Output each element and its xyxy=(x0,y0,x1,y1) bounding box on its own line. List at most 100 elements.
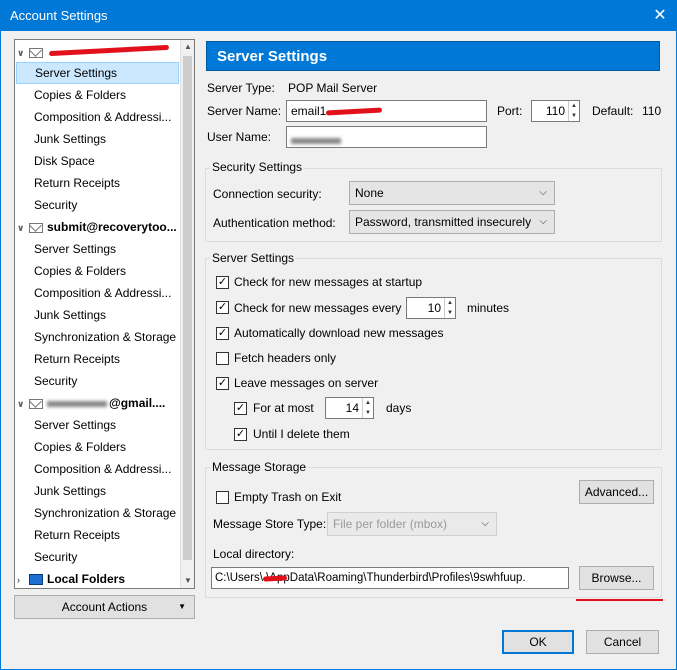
redaction-blur xyxy=(47,400,107,407)
expand-chevron-icon[interactable]: ∨ xyxy=(17,217,29,238)
tree-item-security[interactable]: Security xyxy=(15,370,181,392)
minutes-label: minutes xyxy=(467,301,510,315)
scrollbar-thumb[interactable] xyxy=(183,56,192,560)
tree-item-junk[interactable]: Junk Settings xyxy=(15,480,181,502)
tree-item-copies-folders[interactable]: Copies & Folders xyxy=(15,436,181,458)
tree-item-composition[interactable]: Composition & Addressi... xyxy=(15,458,181,480)
server-name-label: Server Name: xyxy=(207,104,282,118)
user-name-input[interactable] xyxy=(286,126,487,148)
tree-account-2[interactable]: ∨ submit@recoverytoo... xyxy=(15,216,181,238)
for-at-most-checkbox[interactable]: ✓ xyxy=(234,402,247,415)
tree-item-label: Server Settings xyxy=(34,418,117,432)
tree-item-return-receipts[interactable]: Return Receipts xyxy=(15,348,181,370)
account-actions-button[interactable]: Account Actions ▼ xyxy=(14,595,195,619)
tree-item-label: Synchronization & Storage xyxy=(34,330,177,344)
server-name-value: email1 xyxy=(291,104,327,118)
days-stepper[interactable]: 14 ▲ ▼ xyxy=(325,397,374,419)
default-value: 110 xyxy=(642,104,662,118)
computer-icon xyxy=(29,574,43,586)
tree-item-label: Return Receipts xyxy=(34,176,121,190)
tree-item-label: Copies & Folders xyxy=(34,88,127,102)
tree-item-server-settings[interactable]: Server Settings xyxy=(16,62,179,84)
tree-item-label: Security xyxy=(34,198,78,212)
scroll-up-icon[interactable]: ▲ xyxy=(181,40,194,54)
message-storage-title: Message Storage xyxy=(210,460,309,474)
tree-item-label: Junk Settings xyxy=(34,308,107,322)
account-actions-label: Account Actions xyxy=(61,600,148,614)
days-value: 14 xyxy=(345,401,359,415)
until-delete-checkbox[interactable]: ✓ xyxy=(234,428,247,441)
for-at-most-label: For at most xyxy=(253,401,314,415)
server-name-input[interactable]: email1 xyxy=(286,100,487,122)
tree-item-label: Synchronization & Storage xyxy=(34,506,177,520)
check-startup-label: Check for new messages at startup xyxy=(234,275,423,289)
scroll-down-icon[interactable]: ▼ xyxy=(181,574,194,588)
check-interval-stepper[interactable]: 10 ▲ ▼ xyxy=(406,297,456,319)
tree-item-security[interactable]: Security xyxy=(15,546,181,568)
panel-header: Server Settings xyxy=(206,41,660,71)
tree-item-copies-folders[interactable]: Copies & Folders xyxy=(15,260,181,282)
close-icon[interactable]: ✕ xyxy=(643,0,677,31)
fetch-headers-checkbox[interactable] xyxy=(216,352,229,365)
auth-method-value: Password, transmitted insecurely xyxy=(355,215,532,229)
ok-button[interactable]: OK xyxy=(502,630,574,654)
default-label: Default: xyxy=(592,104,634,118)
expand-chevron-icon[interactable]: ∨ xyxy=(17,393,29,414)
tree-item-label: Junk Settings xyxy=(34,484,107,498)
tree-local-folders[interactable]: › Local Folders xyxy=(15,568,181,588)
tree-item-security[interactable]: Security xyxy=(15,194,181,216)
local-directory-label: Local directory: xyxy=(213,547,295,561)
stepper-arrows-icon[interactable]: ▲ ▼ xyxy=(362,398,373,418)
tree-item-junk[interactable]: Junk Settings xyxy=(15,304,181,326)
check-every-label: Check for new messages every xyxy=(234,301,402,315)
user-name-label: User Name: xyxy=(207,130,272,144)
tree-scrollbar[interactable]: ▲ ▼ xyxy=(180,40,194,588)
tree-item-label: Security xyxy=(34,550,78,564)
envelope-icon xyxy=(29,222,43,233)
tree-item-server-settings[interactable]: Server Settings xyxy=(15,414,181,436)
connection-security-select[interactable]: None ⌵ xyxy=(349,181,555,205)
dropdown-arrow-icon: ▼ xyxy=(178,602,186,611)
check-startup-checkbox[interactable]: ✓ xyxy=(216,276,229,289)
tree-item-junk[interactable]: Junk Settings xyxy=(15,128,181,150)
tree-item-composition[interactable]: Composition & Addressi... xyxy=(15,282,181,304)
tree-item-label: Server Settings xyxy=(35,66,118,80)
tree-item-sync-storage[interactable]: Synchronization & Storage xyxy=(15,326,181,348)
tree-account-3[interactable]: ∨ @gmail.... xyxy=(15,392,181,414)
tree-item-copies-folders[interactable]: Copies & Folders xyxy=(15,84,181,106)
expand-chevron-icon[interactable]: › xyxy=(17,569,29,588)
tree-item-label: Copies & Folders xyxy=(34,440,127,454)
account-tree[interactable]: ∨ Server Settings Copies & Folders Compo… xyxy=(14,39,195,589)
tree-item-label: Server Settings xyxy=(34,242,117,256)
check-every-checkbox[interactable]: ✓ xyxy=(216,301,229,314)
tree-item-sync-storage[interactable]: Synchronization & Storage xyxy=(15,502,181,524)
security-settings-title: Security Settings xyxy=(210,160,305,174)
tree-item-server-settings[interactable]: Server Settings xyxy=(15,238,181,260)
tree-item-label: Composition & Addressi... xyxy=(34,110,172,124)
server-type-value: POP Mail Server xyxy=(288,81,378,95)
store-type-value: File per folder (mbox) xyxy=(333,517,448,531)
stepper-arrows-icon[interactable]: ▲ ▼ xyxy=(568,101,579,121)
fetch-headers-label: Fetch headers only xyxy=(234,351,337,365)
tree-item-disk-space[interactable]: Disk Space xyxy=(15,150,181,172)
leave-messages-checkbox[interactable]: ✓ xyxy=(216,377,229,390)
connection-security-value: None xyxy=(355,186,384,200)
cancel-button[interactable]: Cancel xyxy=(586,630,659,654)
port-value: 110 xyxy=(545,104,565,118)
browse-button[interactable]: Browse... xyxy=(579,566,654,590)
store-type-select[interactable]: File per folder (mbox) ⌵ xyxy=(327,512,497,536)
port-stepper[interactable]: 110 ▲ ▼ xyxy=(531,100,580,122)
advanced-button[interactable]: Advanced... xyxy=(579,480,654,504)
expand-chevron-icon[interactable]: ∨ xyxy=(17,42,29,63)
auto-download-checkbox[interactable]: ✓ xyxy=(216,327,229,340)
tree-item-composition[interactable]: Composition & Addressi... xyxy=(15,106,181,128)
stepper-arrows-icon[interactable]: ▲ ▼ xyxy=(444,298,455,318)
tree-local-folders-label: Local Folders xyxy=(47,572,126,586)
auth-method-select[interactable]: Password, transmitted insecurely ⌵ xyxy=(349,210,555,234)
tree-item-return-receipts[interactable]: Return Receipts xyxy=(15,524,181,546)
redaction-blur xyxy=(291,137,341,144)
title-bar: Account Settings ✕ xyxy=(0,0,677,31)
auto-download-label: Automatically download new messages xyxy=(234,326,444,340)
tree-item-return-receipts[interactable]: Return Receipts xyxy=(15,172,181,194)
empty-trash-checkbox[interactable] xyxy=(216,491,229,504)
